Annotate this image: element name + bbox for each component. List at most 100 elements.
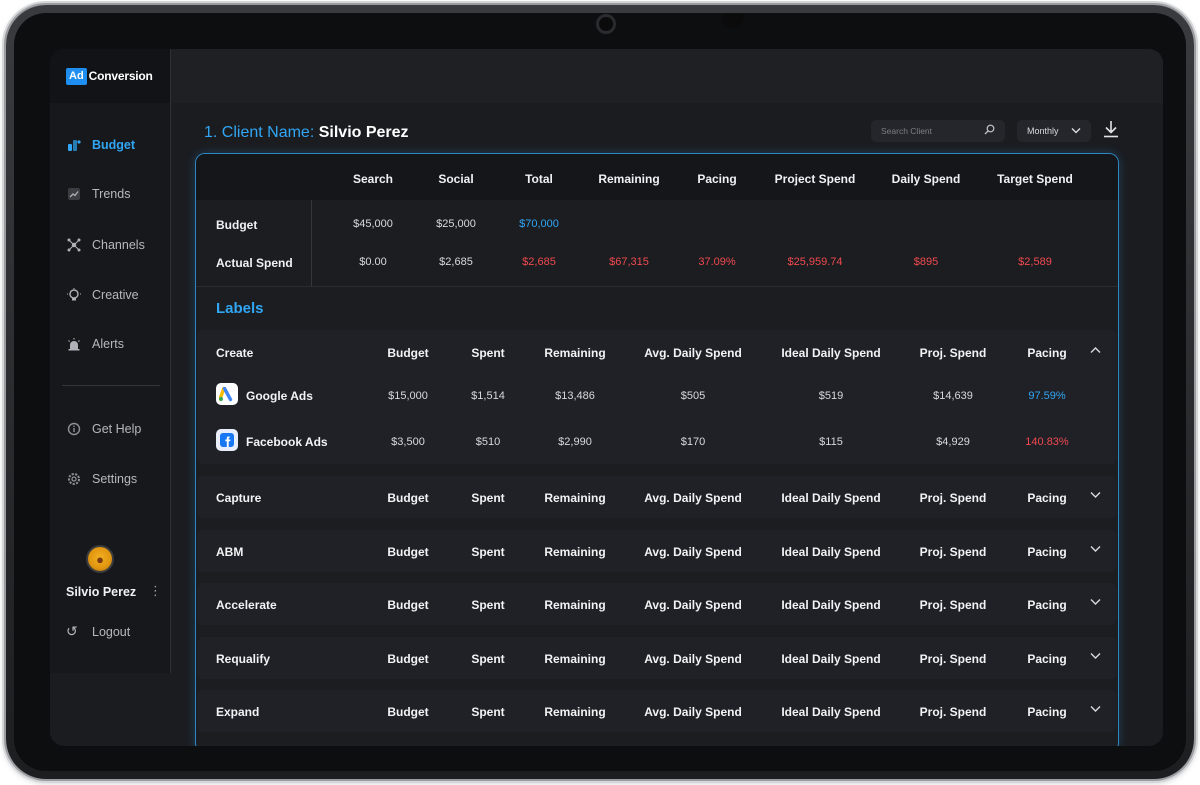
group-col-budget: Budget <box>387 346 429 360</box>
summary-cell: $67,315 <box>609 256 649 268</box>
group-col-avg-daily: Avg. Daily Spend <box>644 652 742 666</box>
group-col-pacing: Pacing <box>1027 491 1067 505</box>
label-group-requalify[interactable]: Requalify Budget Spent Remaining Avg. Da… <box>197 637 1117 679</box>
source-cell: $1,514 <box>471 390 505 402</box>
logo-badge: Ad <box>66 67 87 85</box>
source-cell: $13,486 <box>555 390 595 402</box>
gear-icon <box>66 471 82 487</box>
group-col-proj-spend: Proj. Spend <box>919 598 987 612</box>
camera-icon <box>596 14 616 34</box>
source-pacing: 97.59% <box>1028 390 1066 402</box>
summary-col-social: Social <box>438 172 474 186</box>
sidebar-item-get-help[interactable]: Get Help <box>66 421 141 437</box>
sidebar-item-trends[interactable]: Trends <box>66 186 130 202</box>
group-col-budget: Budget <box>387 598 429 612</box>
search-icon[interactable] <box>984 124 995 138</box>
summary-cell: $2,685 <box>439 256 473 268</box>
sidebar: Ad Conversion Budget Trends Channels Cre… <box>50 49 171 673</box>
source-cell: $519 <box>818 390 844 402</box>
group-col-ideal-daily: Ideal Daily Spend <box>781 545 881 559</box>
group-col-ideal-daily: Ideal Daily Spend <box>781 705 881 719</box>
group-name: Requalify <box>216 652 271 666</box>
group-col-spent: Spent <box>471 491 505 505</box>
label-group-capture[interactable]: Capture Budget Spent Remaining Avg. Dail… <box>197 476 1117 518</box>
summary-cell: $895 <box>913 256 939 268</box>
period-value: Monthly <box>1027 126 1059 136</box>
group-col-pacing: Pacing <box>1027 705 1067 719</box>
search-client[interactable] <box>871 120 1005 142</box>
sidebar-item-settings[interactable]: Settings <box>66 471 137 487</box>
label-group-abm[interactable]: ABM Budget Spent Remaining Avg. Daily Sp… <box>197 530 1117 572</box>
labels-heading: Labels <box>216 300 264 317</box>
label-group-accelerate[interactable]: Accelerate Budget Spent Remaining Avg. D… <box>197 583 1117 625</box>
sidebar-item-creative[interactable]: Creative <box>66 287 139 303</box>
group-col-ideal-daily: Ideal Daily Spend <box>781 491 881 505</box>
top-bar <box>171 49 1163 103</box>
sidebar-item-label: Creative <box>92 288 139 302</box>
source-cell: $15,000 <box>388 390 428 402</box>
summary-row-label: Actual Spend <box>216 256 293 270</box>
group-col-avg-daily: Avg. Daily Spend <box>644 545 742 559</box>
label-group-create: Create Budget Spent Remaining Avg. Daily… <box>197 330 1117 464</box>
sidebar-item-channels[interactable]: Channels <box>66 237 145 253</box>
sidebar-divider <box>62 385 160 386</box>
sidebar-item-label: Alerts <box>92 337 124 351</box>
group-col-avg-daily: Avg. Daily Spend <box>644 705 742 719</box>
download-icon <box>1104 121 1118 138</box>
sidebar-item-label: Trends <box>92 187 131 201</box>
group-col-remaining: Remaining <box>544 346 606 360</box>
group-col-remaining: Remaining <box>544 652 606 666</box>
source-cell: $115 <box>819 436 843 448</box>
source-cell: $170 <box>680 436 706 448</box>
chevron-up-icon[interactable] <box>1090 345 1101 357</box>
logo[interactable]: Ad Conversion <box>50 49 170 103</box>
network-icon <box>66 237 82 253</box>
source-cell: $3,500 <box>391 436 425 448</box>
chevron-down-icon[interactable] <box>1090 651 1101 663</box>
group-col-pacing: Pacing <box>1027 652 1067 666</box>
chevron-down-icon[interactable] <box>1090 544 1101 556</box>
summary-col-project-spend: Project Spend <box>774 172 856 186</box>
logout-icon: ↺ <box>66 623 78 639</box>
summary-cell: $25,000 <box>436 218 476 230</box>
group-col-budget: Budget <box>387 652 429 666</box>
group-col-remaining: Remaining <box>544 545 606 559</box>
summary-col-total: Total <box>525 172 553 186</box>
source-name: Google Ads <box>246 389 313 403</box>
logo-text: Conversion <box>88 69 153 83</box>
group-col-spent: Spent <box>471 545 505 559</box>
group-col-proj-spend: Proj. Spend <box>919 545 987 559</box>
label-group-expand[interactable]: Expand Budget Spent Remaining Avg. Daily… <box>197 690 1117 732</box>
search-input[interactable] <box>881 126 981 136</box>
group-name: Accelerate <box>216 598 277 612</box>
chevron-down-icon[interactable] <box>1090 597 1101 609</box>
sidebar-item-label: Settings <box>92 472 138 486</box>
logout-button[interactable]: ↺ Logout <box>66 623 130 640</box>
chevron-down-icon[interactable] <box>1090 704 1101 716</box>
download-button[interactable] <box>1102 120 1120 140</box>
avatar[interactable]: ● <box>86 545 114 573</box>
sidebar-item-label: Get Help <box>92 422 142 436</box>
summary-divider <box>311 200 312 286</box>
summary-header: Search Social Total Remaining Pacing Pro… <box>196 154 1118 200</box>
sidebar-item-alerts[interactable]: Alerts <box>66 336 124 352</box>
sidebar-item-budget[interactable]: Budget <box>66 137 135 153</box>
summary-cell-total: $70,000 <box>519 218 559 230</box>
group-col-budget: Budget <box>387 545 429 559</box>
source-cell: $14,639 <box>933 390 973 402</box>
chevron-down-icon[interactable] <box>1090 490 1101 502</box>
facebook-icon <box>216 429 238 451</box>
period-select[interactable]: Monthly <box>1017 120 1091 142</box>
group-col-budget: Budget <box>387 491 429 505</box>
group-col-remaining: Remaining <box>544 491 606 505</box>
summary-cell: $2,685 <box>522 256 556 268</box>
user-name: Silvio Perez <box>66 585 137 599</box>
kebab-menu-icon[interactable]: ⋮ <box>149 584 162 597</box>
summary-cell: $45,000 <box>353 218 393 230</box>
logout-label: Logout <box>92 624 131 639</box>
group-name: ABM <box>216 545 244 559</box>
summary-col-target-spend: Target Spend <box>997 172 1073 186</box>
group-col-spent: Spent <box>471 652 505 666</box>
summary-col-search: Search <box>352 172 394 186</box>
summary-divider-bottom <box>196 286 1118 287</box>
